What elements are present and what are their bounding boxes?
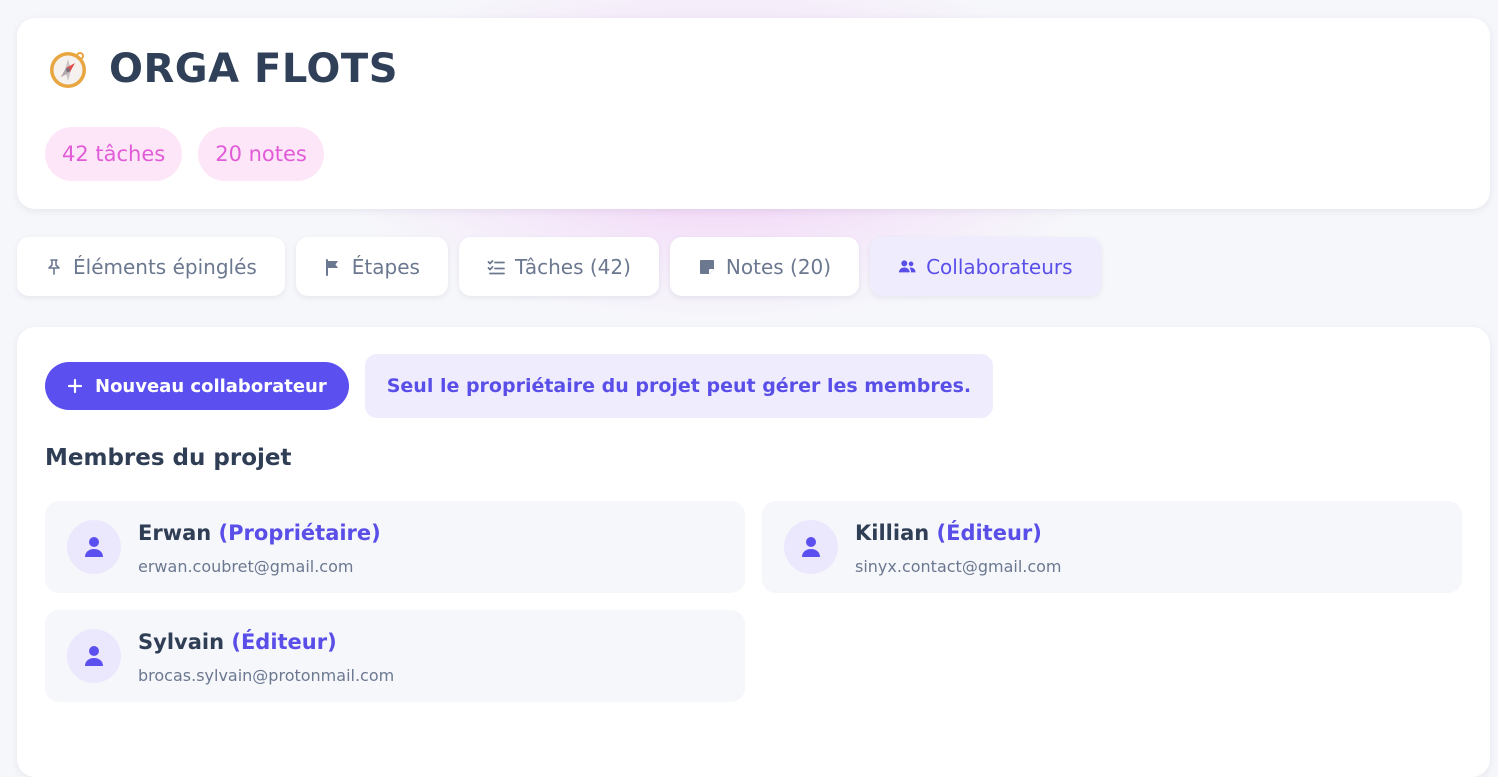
owner-only-notice: Seul le propriétaire du projet peut gére… xyxy=(364,354,994,418)
avatar xyxy=(67,629,121,683)
tab-pinned[interactable]: Éléments épinglés xyxy=(17,237,285,296)
panel-actions: Nouveau collaborateur Seul le propriétai… xyxy=(45,354,994,418)
tasks-count-badge: 42 tâches xyxy=(45,127,183,181)
new-collaborator-label: Nouveau collaborateur xyxy=(95,375,327,397)
plus-icon xyxy=(67,378,83,394)
avatar xyxy=(784,520,838,574)
user-icon xyxy=(85,646,103,666)
member-name-line: Erwan (Propriétaire) xyxy=(138,521,381,545)
project-title: ORGA FLOTS xyxy=(109,46,399,92)
new-collaborator-button[interactable]: Nouveau collaborateur xyxy=(45,362,349,410)
user-icon xyxy=(85,537,103,557)
checklist-icon xyxy=(487,259,505,274)
members-list: Erwan (Propriétaire) erwan.coubret@gmail… xyxy=(45,501,1462,702)
member-role: (Éditeur) xyxy=(936,521,1042,545)
compass-icon xyxy=(50,52,86,88)
member-name-line: Killian (Éditeur) xyxy=(855,521,1042,545)
tab-label: Collaborateurs xyxy=(926,254,1073,279)
project-header: ORGA FLOTS 42 tâches 20 notes xyxy=(17,18,1490,209)
tab-label: Éléments épinglés xyxy=(73,254,257,279)
tab-collaborators[interactable]: Collaborateurs xyxy=(870,237,1101,296)
project-tabs: Éléments épinglés Étapes Tâches (42) Not… xyxy=(17,237,1101,296)
avatar xyxy=(67,520,121,574)
member-role: (Propriétaire) xyxy=(218,521,381,545)
member-name-line: Sylvain (Éditeur) xyxy=(138,630,337,654)
member-name: Sylvain xyxy=(138,630,225,654)
project-stats: 42 tâches 20 notes xyxy=(45,127,324,181)
member-card: Erwan (Propriétaire) erwan.coubret@gmail… xyxy=(45,501,745,593)
flag-icon xyxy=(325,258,338,276)
users-icon xyxy=(898,259,916,272)
tab-notes[interactable]: Notes (20) xyxy=(669,237,860,296)
notes-count-badge: 20 notes xyxy=(198,127,324,181)
members-section-title: Membres du projet xyxy=(45,445,292,471)
member-email: brocas.sylvain@protonmail.com xyxy=(138,666,395,685)
member-email: sinyx.contact@gmail.com xyxy=(855,557,1062,576)
member-card: Sylvain (Éditeur) brocas.sylvain@protonm… xyxy=(45,610,745,702)
tab-label: Tâches (42) xyxy=(514,254,631,279)
tab-tasks[interactable]: Tâches (42) xyxy=(458,237,659,296)
collaborators-panel: Nouveau collaborateur Seul le propriétai… xyxy=(17,327,1490,777)
tab-steps[interactable]: Étapes xyxy=(295,237,448,296)
member-email: erwan.coubret@gmail.com xyxy=(138,557,354,576)
title-row: ORGA FLOTS xyxy=(47,46,398,92)
member-name: Killian xyxy=(855,521,930,545)
member-card: Killian (Éditeur) sinyx.contact@gmail.co… xyxy=(762,501,1462,593)
tab-label: Notes (20) xyxy=(725,254,832,279)
tab-label: Étapes xyxy=(351,254,420,279)
user-icon xyxy=(802,537,820,557)
pin-icon xyxy=(48,258,60,275)
note-icon xyxy=(699,259,714,274)
member-role: (Éditeur) xyxy=(231,630,337,654)
member-name: Erwan xyxy=(138,521,212,545)
